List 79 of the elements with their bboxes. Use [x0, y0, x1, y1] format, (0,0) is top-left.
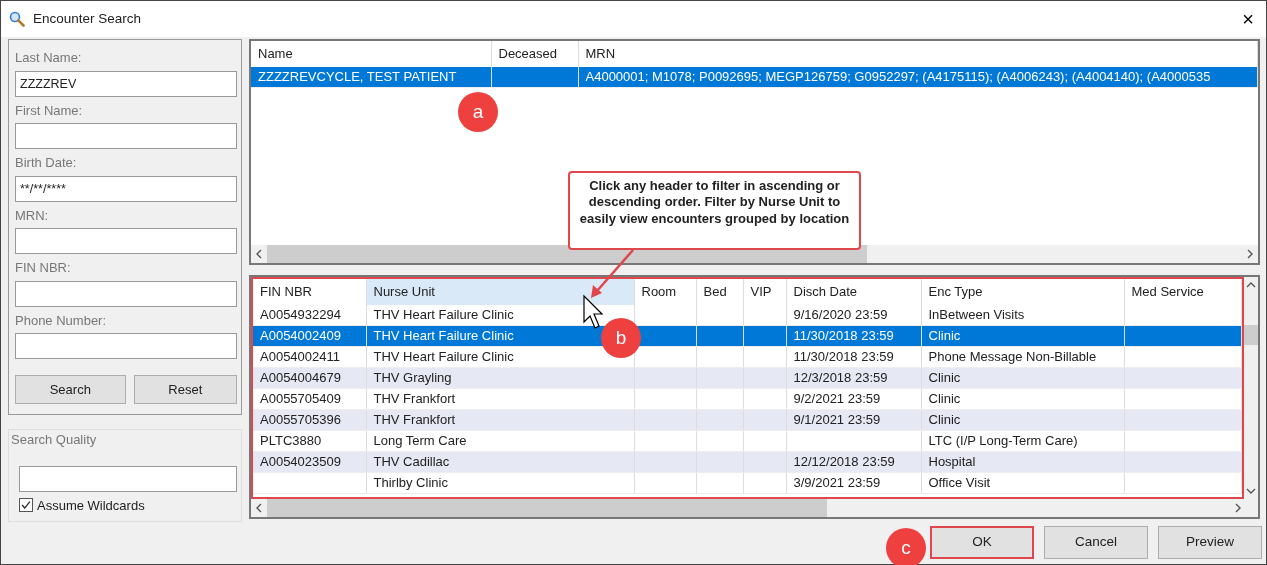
table-row[interactable]: Thirlby Clinic 3/9/2021 23:59 Office Visit — [253, 472, 1242, 494]
close-button[interactable]: × — [1238, 9, 1258, 29]
scroll-down-icon[interactable] — [1246, 487, 1257, 495]
column-header[interactable]: Enc Type — [921, 279, 1124, 305]
column-header[interactable]: Deceased — [491, 41, 578, 67]
table-cell: Clinic — [921, 388, 1124, 410]
table-cell: A0054002409 — [253, 325, 366, 347]
table-cell: A4000001; M1078; P0092695; MEGP126759; G0952297; (A4175115); (A4006243); (A4004140); (A4000535 — [578, 66, 1258, 88]
field-label: MRN: — [15, 206, 50, 225]
table-cell: Office Visit — [921, 472, 1124, 494]
scroll-thumb[interactable] — [1244, 325, 1259, 345]
table-cell: Long Term Care — [366, 430, 634, 452]
window-title: Encounter Search — [33, 9, 143, 28]
table-cell: Phone Message Non-Billable — [921, 346, 1124, 368]
dialog-button[interactable]: Cancel — [1044, 526, 1148, 559]
form-button[interactable]: Search — [15, 375, 126, 404]
table-cell: THV Frankfort — [366, 409, 634, 431]
table-row[interactable]: A0055705409 THV Frankfort 9/2/2021 23:59 Clinic — [253, 388, 1242, 410]
table-cell: A0054932294 — [253, 304, 366, 326]
table-cell: A0055705409 — [253, 388, 366, 410]
horizontal-scrollbar[interactable] — [251, 499, 1259, 517]
table-row[interactable]: PLTC3880 Long Term Care LTC (I/P Long-Term Care) — [253, 430, 1242, 452]
checkbox[interactable] — [19, 498, 33, 513]
input-field[interactable] — [15, 123, 237, 149]
table-row[interactable]: A0054023509 THV Cadillac 12/12/2018 23:59 Hospital — [253, 451, 1242, 473]
table-cell: A0055705396 — [253, 409, 366, 431]
column-header[interactable]: Nurse Unit — [366, 279, 634, 305]
quality-field[interactable] — [19, 465, 237, 492]
column-header[interactable]: Room — [634, 279, 696, 305]
table-cell: 11/30/2018 23:59 — [786, 346, 921, 368]
field-label: FIN NBR: — [15, 259, 72, 277]
callout-text: Click any header to filter in ascending or descending order. Filter by Nurse Unit to easily view encounters grouped by location — [568, 171, 861, 250]
field-label: First Name: — [15, 101, 84, 120]
table-cell: A0054023509 — [253, 451, 366, 473]
form-button[interactable]: Reset — [133, 375, 237, 404]
table-cell: A0054004679 — [253, 367, 366, 389]
table-cell: A0054002411 — [253, 346, 366, 368]
input-field[interactable] — [15, 333, 237, 359]
table-cell: PLTC3880 — [253, 430, 366, 452]
dialog-button[interactable]: Preview — [1158, 526, 1262, 559]
scroll-up-icon[interactable] — [1246, 281, 1257, 289]
input-field[interactable] — [15, 280, 237, 307]
table-cell: LTC (I/P Long-Term Care) — [921, 430, 1124, 452]
step-marker: c — [886, 528, 926, 565]
table-row[interactable]: A0054004679 THV Grayling 12/3/2018 23:59 Clinic — [253, 367, 1242, 389]
horizontal-scrollbar[interactable] — [251, 245, 1259, 263]
scroll-left-icon[interactable] — [255, 249, 263, 259]
table-row[interactable]: ZZZZREVCYCLE, TEST PATIENT A4000001; M1078; P0092695; MEGP126759; G0952297; (A4175115); (A4006243); (A4004140); (A4000535 — [251, 66, 1258, 88]
table-cell: 9/2/2021 23:59 — [786, 388, 921, 410]
column-header[interactable]: VIP — [743, 279, 786, 305]
column-header[interactable]: MRN — [578, 41, 1258, 67]
scroll-right-icon[interactable] — [1234, 503, 1243, 513]
input-field[interactable] — [15, 228, 237, 254]
column-header[interactable]: Disch Date — [786, 279, 921, 305]
input-field[interactable]: **/**/**** — [15, 175, 237, 202]
mouse-cursor-icon — [583, 294, 604, 329]
vertical-scrollbar[interactable] — [1244, 277, 1259, 499]
table-cell: InBetween Visits — [921, 304, 1124, 326]
table-cell: THV Frankfort — [366, 388, 634, 410]
dialog-button[interactable]: OK — [930, 526, 1034, 559]
table-cell: 3/9/2021 23:59 — [786, 472, 921, 494]
table-cell: THV Grayling — [366, 367, 634, 389]
scroll-right-icon[interactable] — [1246, 249, 1255, 259]
input-field[interactable]: ZZZZREV — [15, 70, 237, 97]
field-label: Phone Number: — [15, 311, 108, 330]
field-label: Birth Date: — [15, 154, 78, 172]
table-cell: THV Cadillac — [366, 451, 634, 473]
column-header[interactable]: Med Service — [1124, 279, 1242, 305]
field-label: Last Name: — [15, 49, 83, 67]
search-icon — [9, 11, 25, 27]
checkbox-label: Assume Wildcards — [37, 496, 145, 515]
table-cell: 9/16/2020 23:59 — [786, 304, 921, 326]
table-row[interactable]: A0055705396 THV Frankfort 9/1/2021 23:59 Clinic — [253, 409, 1242, 431]
scroll-left-icon[interactable] — [255, 503, 263, 513]
column-header[interactable]: Bed — [696, 279, 743, 305]
table-cell: Thirlby Clinic — [366, 472, 634, 494]
table-cell: ZZZZREVCYCLE, TEST PATIENT — [251, 66, 491, 88]
column-header[interactable]: Name — [251, 41, 491, 67]
column-header[interactable]: FIN NBR — [253, 279, 366, 305]
